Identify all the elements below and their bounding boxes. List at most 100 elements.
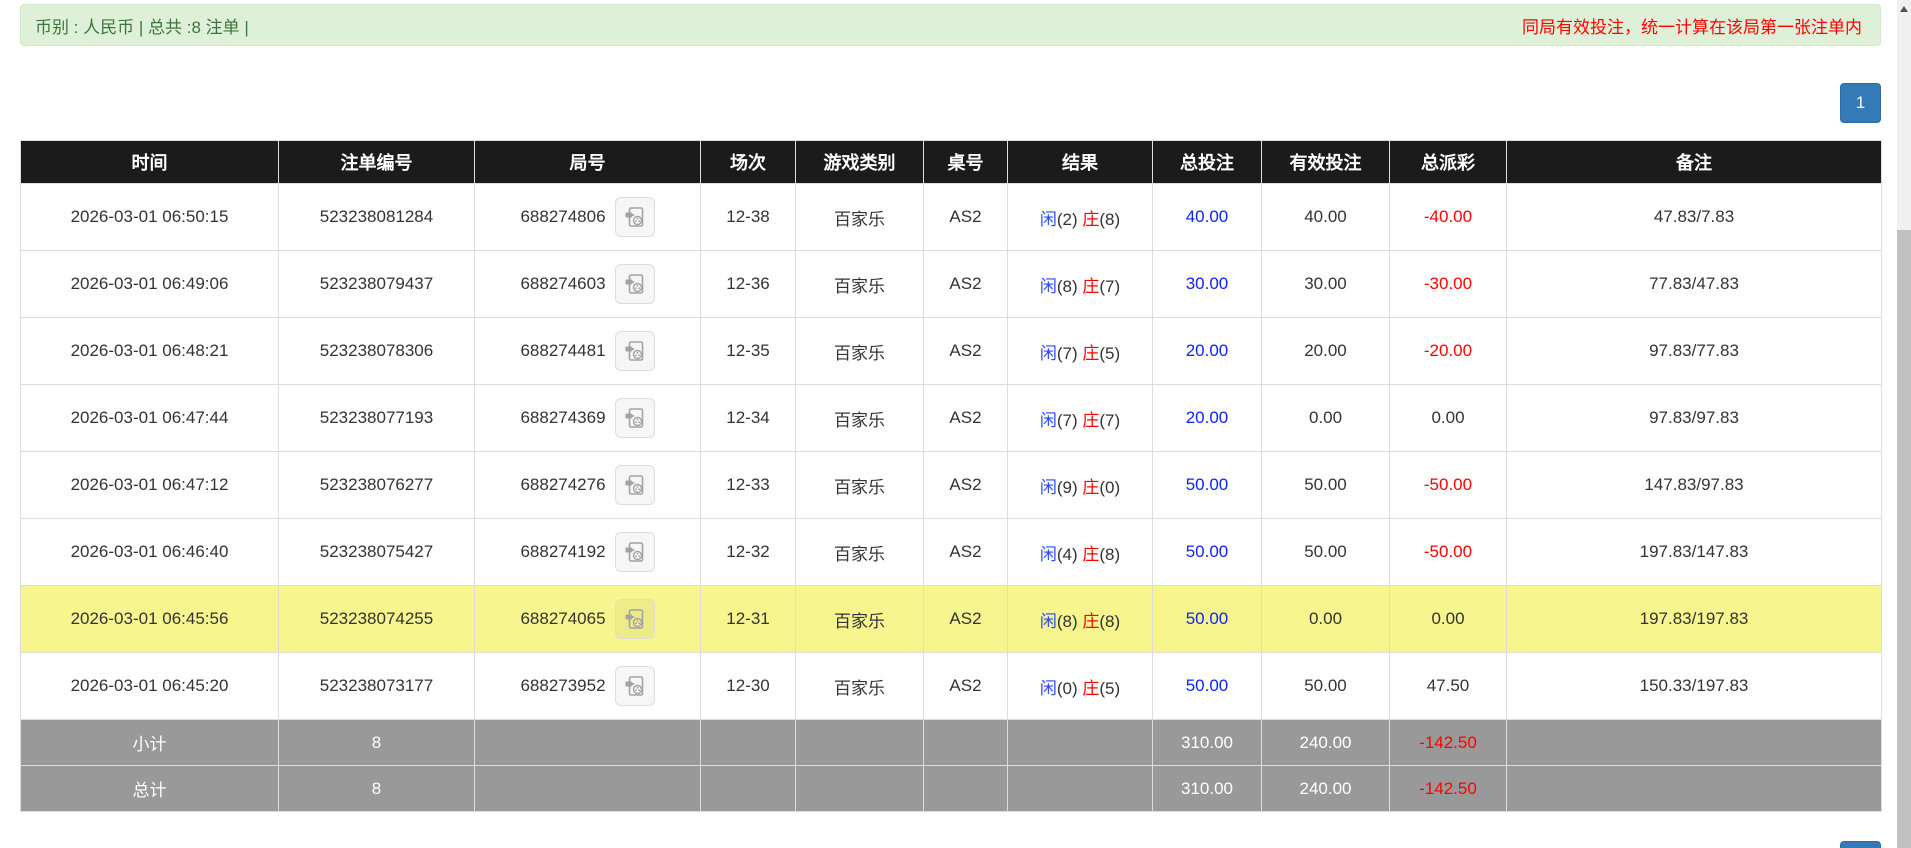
player-result-score: (7) (1056, 343, 1078, 363)
cell-result: 闲(0) 庄(5) (1007, 652, 1153, 720)
cell-total-bet-link[interactable]: 20.00 (1152, 384, 1262, 452)
cell-table-no: AS2 (923, 585, 1008, 653)
video-replay-button[interactable] (614, 532, 655, 572)
table-row: 2026-03-01 06:45:20 523238073177 6882739… (20, 652, 1882, 720)
round-id-text: 688274065 (520, 609, 606, 628)
cell-round-id: 688274065 (474, 585, 701, 653)
cell-bet-id: 523238074255 (278, 585, 475, 653)
cell-total-bet-link[interactable]: 50.00 (1152, 518, 1262, 586)
cell-valid-bet: 50.00 (1261, 652, 1390, 720)
cell-valid-bet: 0.00 (1261, 585, 1390, 653)
banker-result-score: (7) (1099, 410, 1121, 430)
table-row: 2026-03-01 06:46:40 523238075427 6882741… (20, 518, 1882, 586)
total-count: 8 (278, 765, 475, 812)
cell-table-no: AS2 (923, 384, 1008, 452)
cell-result: 闲(9) 庄(0) (1007, 451, 1153, 519)
round-id-text: 688273952 (520, 676, 606, 695)
video-replay-button[interactable] (614, 599, 655, 639)
total-label: 总计 (20, 765, 279, 812)
cell-total-bet-link[interactable]: 50.00 (1152, 585, 1262, 653)
col-header-result: 结果 (1007, 140, 1153, 184)
cell-remark: 47.83/7.83 (1506, 183, 1882, 251)
film-video-icon (625, 274, 643, 294)
cell-total-bet-link[interactable]: 50.00 (1152, 451, 1262, 519)
cell-time: 2026-03-01 06:49:06 (20, 250, 279, 318)
video-replay-button[interactable] (614, 398, 655, 438)
cell-result: 闲(8) 庄(8) (1007, 585, 1153, 653)
video-replay-button[interactable] (614, 197, 655, 237)
round-id-text: 688274369 (520, 408, 606, 427)
cell-remark: 97.83/97.83 (1506, 384, 1882, 452)
cell-session: 12-35 (700, 317, 796, 385)
col-header-table-no: 桌号 (923, 140, 1008, 184)
col-header-valid-bet: 有效投注 (1261, 140, 1390, 184)
cell-bet-id: 523238077193 (278, 384, 475, 452)
scroll-up-arrow-icon[interactable] (1900, 6, 1908, 12)
round-id-text: 688274481 (520, 341, 606, 360)
cell-round-id: 688274276 (474, 451, 701, 519)
cell-time: 2026-03-01 06:46:40 (20, 518, 279, 586)
cell-table-no: AS2 (923, 317, 1008, 385)
currency-summary-bar: 币别 : 人民币 | 总共 :8 注单 | 同局有效投注，统一计算在该局第一张注… (20, 4, 1881, 46)
cell-bet-id: 523238075427 (278, 518, 475, 586)
cell-payout: 47.50 (1389, 652, 1507, 720)
film-video-icon (625, 475, 643, 495)
player-result-label: 闲 (1039, 276, 1057, 296)
cell-total-bet-link[interactable]: 30.00 (1152, 250, 1262, 318)
banker-result-label: 庄 (1082, 611, 1100, 631)
banker-result-score: (8) (1099, 611, 1121, 631)
banker-result-score: (7) (1099, 276, 1121, 296)
banker-result-label: 庄 (1082, 209, 1100, 229)
cell-round-id: 688274192 (474, 518, 701, 586)
player-result-score: (7) (1056, 410, 1078, 430)
bet-records-table: 时间 注单编号 局号 场次 游戏类别 桌号 结果 总投注 有效投注 总派彩 备注… (20, 140, 1882, 812)
cell-result: 闲(7) 庄(7) (1007, 384, 1153, 452)
cell-payout: -30.00 (1389, 250, 1507, 318)
player-result-score: (8) (1056, 276, 1078, 296)
cell-result: 闲(4) 庄(8) (1007, 518, 1153, 586)
col-header-remark: 备注 (1506, 140, 1882, 184)
banker-result-score: (8) (1099, 544, 1121, 564)
cell-session: 12-34 (700, 384, 796, 452)
cell-session: 12-36 (700, 250, 796, 318)
pagination-page-1-button[interactable]: 1 (1840, 83, 1881, 123)
video-replay-button[interactable] (614, 264, 655, 304)
player-result-label: 闲 (1039, 410, 1057, 430)
video-replay-button[interactable] (614, 666, 655, 706)
player-result-label: 闲 (1039, 343, 1057, 363)
table-row: 2026-03-01 06:47:44 523238077193 6882743… (20, 384, 1882, 452)
col-header-payout: 总派彩 (1389, 140, 1507, 184)
cell-total-bet-link[interactable]: 40.00 (1152, 183, 1262, 251)
film-video-icon (625, 542, 643, 562)
subtotal-count: 8 (278, 719, 475, 766)
video-replay-button[interactable] (614, 465, 655, 505)
pagination-page-1-button-bottom[interactable]: 1 (1840, 841, 1881, 848)
cell-time: 2026-03-01 06:47:44 (20, 384, 279, 452)
cell-remark: 97.83/77.83 (1506, 317, 1882, 385)
round-id-text: 688274276 (520, 475, 606, 494)
subtotal-row: 小计 8 310.00 240.00 -142.50 (20, 719, 1882, 766)
film-video-icon (625, 676, 643, 696)
cell-bet-id: 523238073177 (278, 652, 475, 720)
player-result-label: 闲 (1039, 544, 1057, 564)
table-row: 2026-03-01 06:48:21 523238078306 6882744… (20, 317, 1882, 385)
scrollbar-thumb[interactable] (1897, 230, 1911, 848)
cell-result: 闲(8) 庄(7) (1007, 250, 1153, 318)
cell-total-bet-link[interactable]: 50.00 (1152, 652, 1262, 720)
banker-result-score: (5) (1099, 343, 1121, 363)
film-video-icon (625, 408, 643, 428)
cell-valid-bet: 0.00 (1261, 384, 1390, 452)
cell-bet-id: 523238079437 (278, 250, 475, 318)
cell-game-type: 百家乐 (795, 317, 924, 385)
subtotal-total-bet: 310.00 (1152, 719, 1262, 766)
video-replay-button[interactable] (614, 331, 655, 371)
table-row: 2026-03-01 06:47:12 523238076277 6882742… (20, 451, 1882, 519)
cell-table-no: AS2 (923, 518, 1008, 586)
vertical-scrollbar[interactable] (1897, 0, 1911, 848)
player-result-label: 闲 (1039, 611, 1057, 631)
subtotal-valid-bet: 240.00 (1261, 719, 1390, 766)
cell-total-bet-link[interactable]: 20.00 (1152, 317, 1262, 385)
cell-round-id: 688274603 (474, 250, 701, 318)
cell-payout: -20.00 (1389, 317, 1507, 385)
col-header-bet-id: 注单编号 (278, 140, 475, 184)
